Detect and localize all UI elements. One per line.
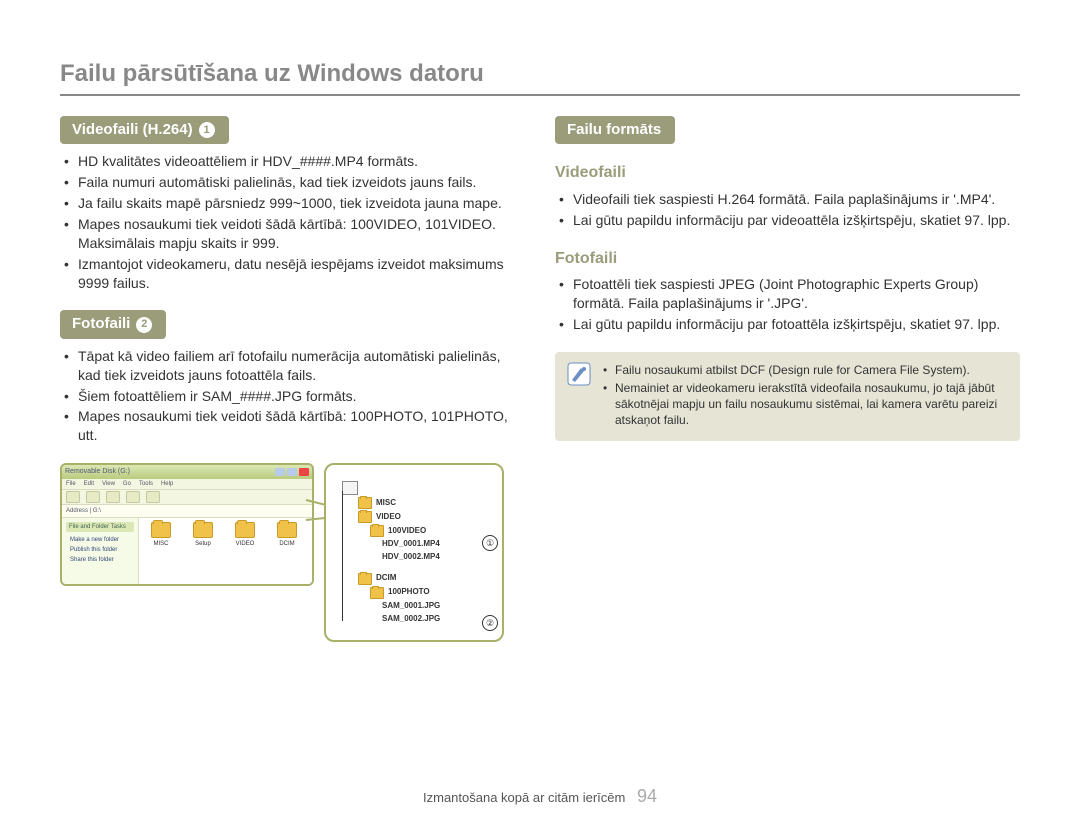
note-item: Nemainiet ar videokameru ierakstītā vide… [601,380,1008,429]
bullet: Faila numuri automātiski palielinās, kad… [60,173,525,192]
badge-2: 2 [136,317,152,333]
folder-icon [235,522,255,538]
page-title: Failu pārsūtīšana uz Windows datoru [60,60,1020,88]
folder-icon [358,497,372,509]
bullet: Ja failu skaits mapē pārsniedz 999~1000,… [60,194,525,213]
badge-1: 1 [199,122,215,138]
page-footer: Izmantošana kopā ar citām ierīcēm 94 [0,786,1080,807]
drive-icon [342,481,358,495]
folder-icon [358,511,372,523]
menu-item: Tools [139,480,153,488]
tree-dcim: DCIM [376,573,396,584]
file-manager-window: Removable Disk (G:) File Edit View Go To… [60,463,314,586]
bullet: HD kvalitātes videoattēliem ir HDV_####.… [60,152,525,171]
toolbar-up-icon [106,491,120,503]
sidebar-item: Make a new folder [66,535,134,545]
tree-file: SAM_0001.JPG [382,601,440,612]
format-video-bullets: Videofaili tiek saspiesti H.264 formātā.… [555,190,1020,230]
menu-item: File [66,480,76,488]
toolbar-folders-icon [146,491,160,503]
photo-bullets: Tāpat kā video failiem arī fotofailu num… [60,347,525,445]
toolbar-forward-icon [86,491,100,503]
tree-misc: MISC [376,498,396,509]
folder-icon [370,587,384,599]
callout-2: ② [482,615,498,631]
fm-toolbar [62,490,312,505]
menu-item: Edit [84,480,94,488]
bullet: Videofaili tiek saspiesti H.264 formātā.… [555,190,1020,209]
toolbar-back-icon [66,491,80,503]
footer-text: Izmantošana kopā ar citām ierīcēm [423,790,625,805]
bullet: Mapes nosaukumi tiek veidoti šādā kārtīb… [60,407,525,445]
fm-title: Removable Disk (G:) [65,467,130,476]
section-tag-photo-label: Fotofaili [72,314,130,334]
folder-icon [277,522,297,538]
folder-icon [151,522,171,538]
section-tag-format-label: Failu formāts [567,120,661,140]
section-tag-video: Videofaili (H.264) 1 [60,116,229,144]
bullet: Lai gūtu papildu informāciju par fotoatt… [555,315,1020,334]
folder-item: VIDEO [229,522,261,580]
fm-content: MISC Setup VIDEO DCIM [139,518,312,584]
bullet: Izmantojot videokameru, datu nesējā iesp… [60,255,525,293]
section-tag-photo: Fotofaili 2 [60,310,166,338]
right-column: Failu formāts Videofaili Videofaili tiek… [555,116,1020,642]
tree-100video: 100VIDEO [388,526,426,537]
window-buttons [275,468,309,476]
sidebar-item: Share this folder [66,555,134,565]
title-underline [60,94,1020,96]
menu-item: Go [123,480,131,488]
section-tag-video-label: Videofaili (H.264) [72,120,193,140]
folder-icon [370,525,384,537]
two-column-layout: Videofaili (H.264) 1 HD kvalitātes video… [60,116,1020,642]
bullet: Šiem fotoattēliem ir SAM_####.JPG formāt… [60,387,525,406]
note-icon [567,362,591,386]
section-tag-format: Failu formāts [555,116,675,144]
tree-file: HDV_0001.MP4 [382,539,440,550]
manual-page: Failu pārsūtīšana uz Windows datoru Vide… [0,0,1080,662]
sidebar-item: Publish this folder [66,545,134,555]
tree-file: HDV_0002.MP4 [382,552,440,563]
bullet: Lai gūtu papildu informāciju par videoat… [555,211,1020,230]
callout-1: ① [482,535,498,551]
format-photo-bullets: Fotoattēli tiek saspiesti JPEG (Joint Ph… [555,275,1020,334]
note-box: Failu nosaukumi atbilst DCF (Design rule… [555,352,1020,441]
toolbar-search-icon [126,491,140,503]
tree-video: VIDEO [376,512,401,523]
tree-100photo: 100PHOTO [388,587,430,598]
folder-icon [358,573,372,585]
sub-heading-video: Videofaili [555,162,1020,184]
video-bullets: HD kvalitātes videoattēliem ir HDV_####.… [60,152,525,292]
folder-item: DCIM [271,522,303,580]
menu-item: Help [161,480,173,488]
bullet: Tāpat kā video failiem arī fotofailu num… [60,347,525,385]
bullet: Fotoattēli tiek saspiesti JPEG (Joint Ph… [555,275,1020,313]
folder-item: MISC [145,522,177,580]
figure-block: Removable Disk (G:) File Edit View Go To… [60,463,525,642]
folder-item: Setup [187,522,219,580]
fm-body: File and Folder Tasks Make a new folder … [62,518,312,584]
menu-item: View [102,480,115,488]
fm-menubar: File Edit View Go Tools Help [62,479,312,490]
fm-address: Address | G:\ [62,505,312,518]
tree-connector [342,491,343,621]
page-number: 94 [637,786,657,806]
bullet: Mapes nosaukumi tiek veidoti šādā kārtīb… [60,215,525,253]
folder-tree: MISC VIDEO 100VIDEO HDV_0001.MP4 HDV_000… [324,463,504,642]
fm-sidebar: File and Folder Tasks Make a new folder … [62,518,139,584]
folder-icon [193,522,213,538]
sidebar-header: File and Folder Tasks [66,522,134,532]
note-list: Failu nosaukumi atbilst DCF (Design rule… [601,362,1008,431]
tree-file: SAM_0002.JPG [382,614,440,625]
fm-titlebar: Removable Disk (G:) [62,465,312,479]
note-item: Failu nosaukumi atbilst DCF (Design rule… [601,362,1008,378]
left-column: Videofaili (H.264) 1 HD kvalitātes video… [60,116,525,642]
sub-heading-photo: Fotofaili [555,248,1020,270]
